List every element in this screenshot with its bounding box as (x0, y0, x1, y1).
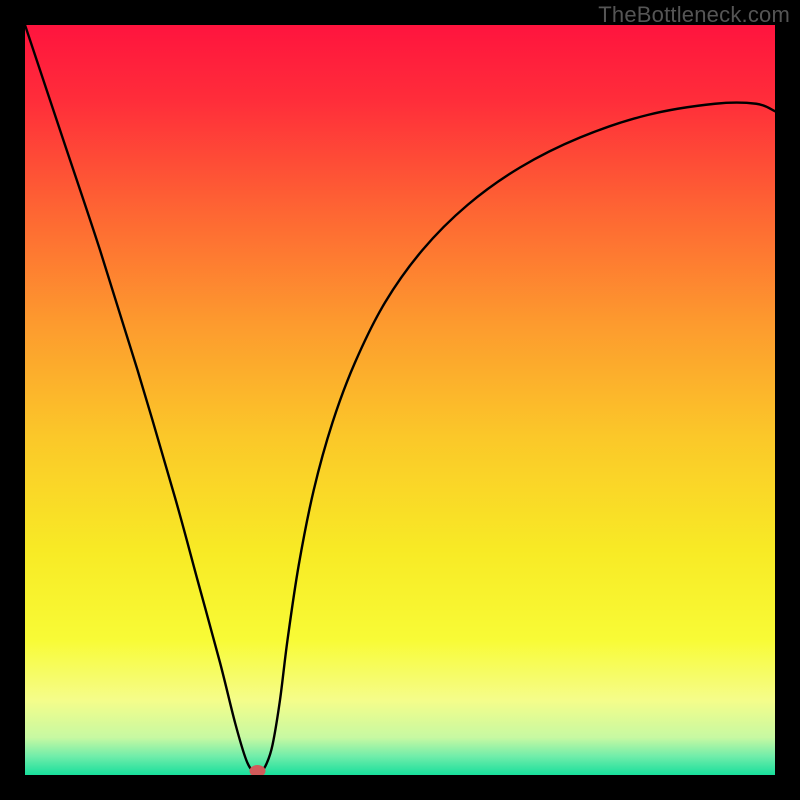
bottleneck-chart (25, 25, 775, 775)
gradient-background (25, 25, 775, 775)
plot-frame (25, 25, 775, 775)
